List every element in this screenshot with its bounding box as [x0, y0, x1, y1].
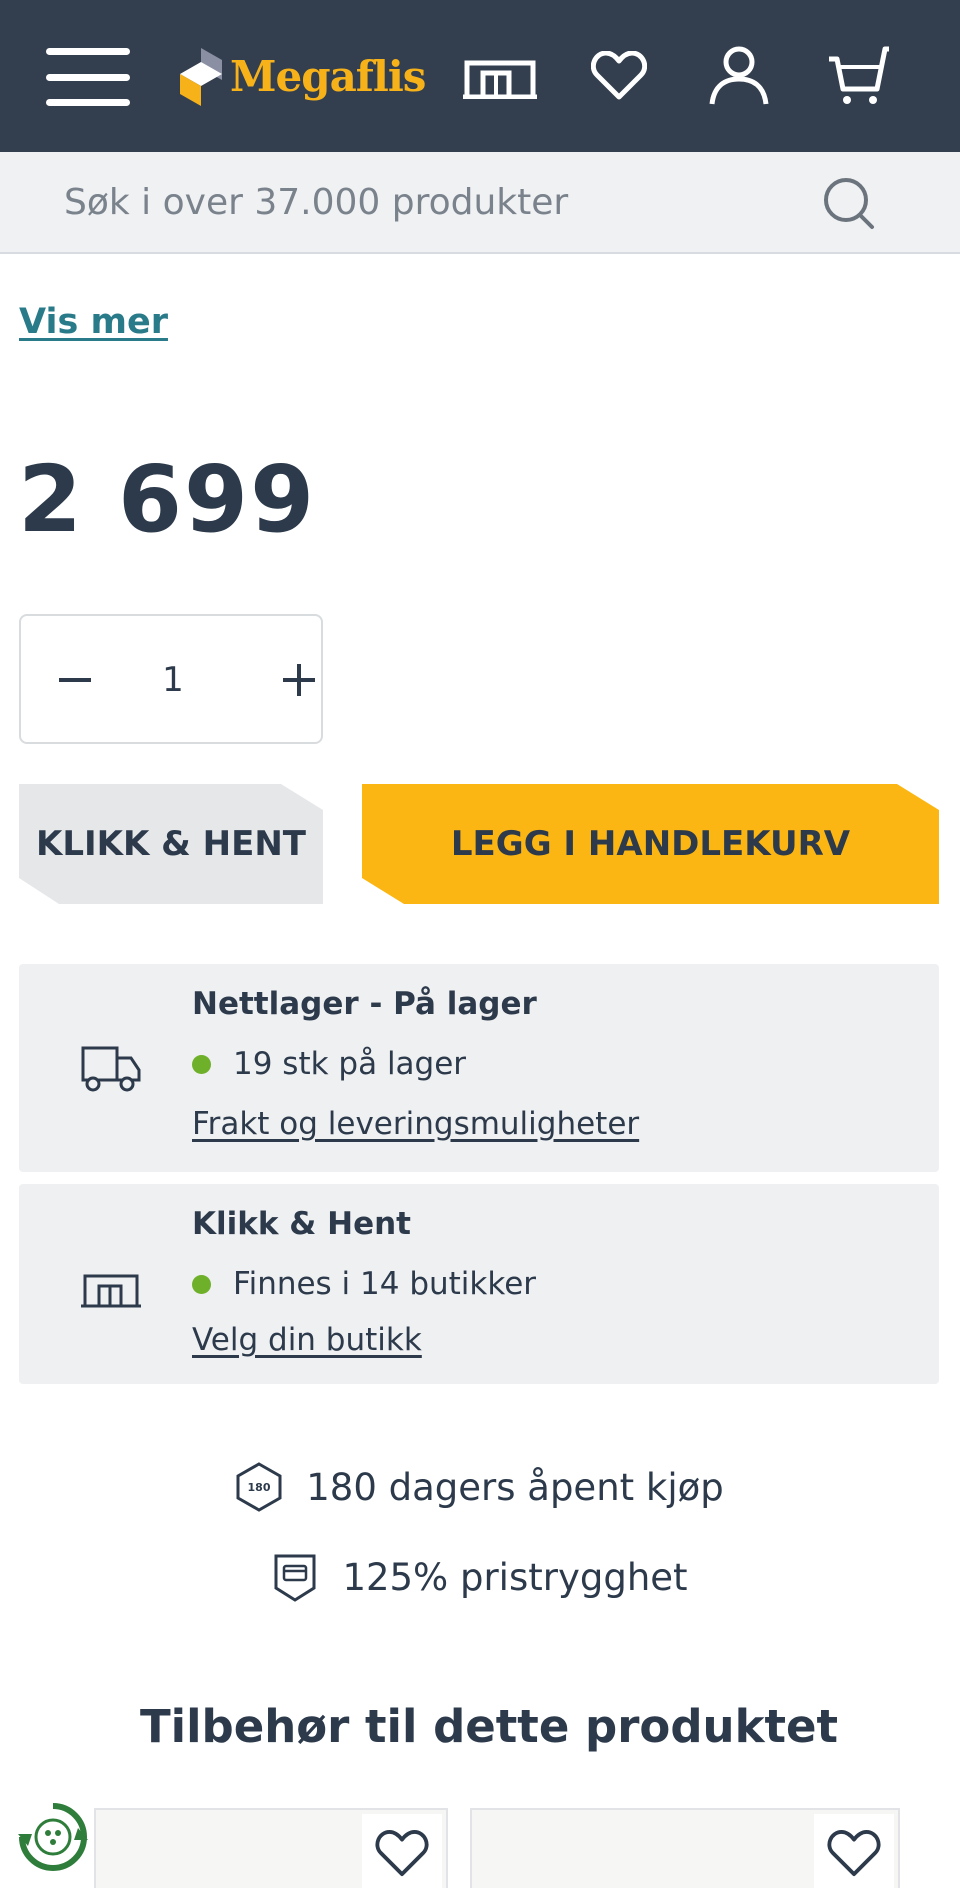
user-icon	[709, 46, 769, 105]
show-more-link[interactable]: Vis mer	[19, 302, 168, 342]
top-header: Megaflis	[0, 0, 960, 152]
quantity-stepper	[19, 614, 323, 744]
stock-title: Nettlager - På lager	[192, 986, 537, 1022]
stock-title: Klikk & Hent	[192, 1206, 411, 1242]
accessory-card[interactable]	[94, 1808, 448, 1888]
sustainability-badge[interactable]	[16, 1800, 90, 1874]
shipping-options-link[interactable]: Frakt og leveringsmuligheter	[192, 1106, 639, 1142]
heart-icon	[827, 1830, 881, 1877]
menu-icon-bar	[46, 74, 130, 81]
stock-status-text: Finnes i 14 butikker	[233, 1266, 537, 1302]
favorite-button[interactable]	[814, 1814, 894, 1888]
search-input[interactable]	[64, 174, 784, 230]
menu-icon-bar	[46, 48, 130, 55]
brand-logo[interactable]: Megaflis	[178, 44, 426, 108]
usp-text: 125% pristrygghet	[342, 1555, 688, 1599]
usp-open-purchase: 180 180 dagers åpent kjøp	[0, 1462, 960, 1512]
increase-quantity-button[interactable]	[271, 652, 327, 708]
store-button[interactable]	[460, 40, 540, 112]
stock-status: Finnes i 14 butikker	[192, 1266, 536, 1302]
accessory-card[interactable]	[470, 1808, 900, 1888]
choose-store-link[interactable]: Velg din butikk	[192, 1322, 422, 1358]
in-stock-dot-icon	[192, 1274, 211, 1294]
minus-icon	[59, 678, 91, 682]
svg-text:180: 180	[248, 1481, 271, 1494]
favorite-button[interactable]	[362, 1814, 442, 1888]
search-button[interactable]	[820, 174, 880, 234]
stock-status: 19 stk på lager	[192, 1046, 466, 1082]
accessories-title: Tilbehør til dette produktet	[139, 1700, 839, 1753]
click-collect-button[interactable]: KLIKK & HENT	[19, 784, 323, 904]
add-to-cart-button[interactable]: LEGG I HANDLEKURV	[362, 784, 939, 904]
usp-text: 180 dagers åpent kjøp	[306, 1465, 724, 1509]
plus-icon	[283, 664, 315, 696]
favorites-button[interactable]	[579, 40, 659, 112]
menu-button[interactable]	[46, 48, 130, 106]
in-stock-dot-icon	[192, 1054, 211, 1074]
account-button[interactable]	[699, 40, 779, 112]
quantity-field[interactable]	[131, 652, 215, 708]
cart-icon	[829, 46, 889, 104]
store-icon	[463, 60, 537, 99]
cart-button[interactable]	[818, 40, 898, 112]
brand-name: Megaflis	[230, 51, 426, 101]
product-price: 2 699	[18, 446, 317, 553]
click-collect-stock-card: Klikk & Hent Finnes i 14 butikker Velg d…	[19, 1184, 939, 1384]
search-icon	[824, 178, 874, 229]
heart-icon	[375, 1830, 429, 1877]
online-stock-card: Nettlager - På lager 19 stk på lager Fra…	[19, 964, 939, 1172]
menu-icon-bar	[46, 99, 130, 106]
store-icon	[81, 1274, 141, 1308]
stock-status-text: 19 stk på lager	[233, 1046, 467, 1082]
recycle-icon	[18, 1803, 88, 1871]
usp-price-guarantee: 125% pristrygghet	[0, 1552, 960, 1602]
logo-mark-icon	[180, 48, 222, 106]
decrease-quantity-button[interactable]	[47, 652, 103, 708]
search-bar	[0, 152, 960, 254]
truck-icon	[81, 1046, 141, 1092]
price-guarantee-icon	[274, 1554, 316, 1602]
heart-icon	[591, 51, 647, 100]
hexagon-180-icon: 180	[236, 1462, 282, 1512]
